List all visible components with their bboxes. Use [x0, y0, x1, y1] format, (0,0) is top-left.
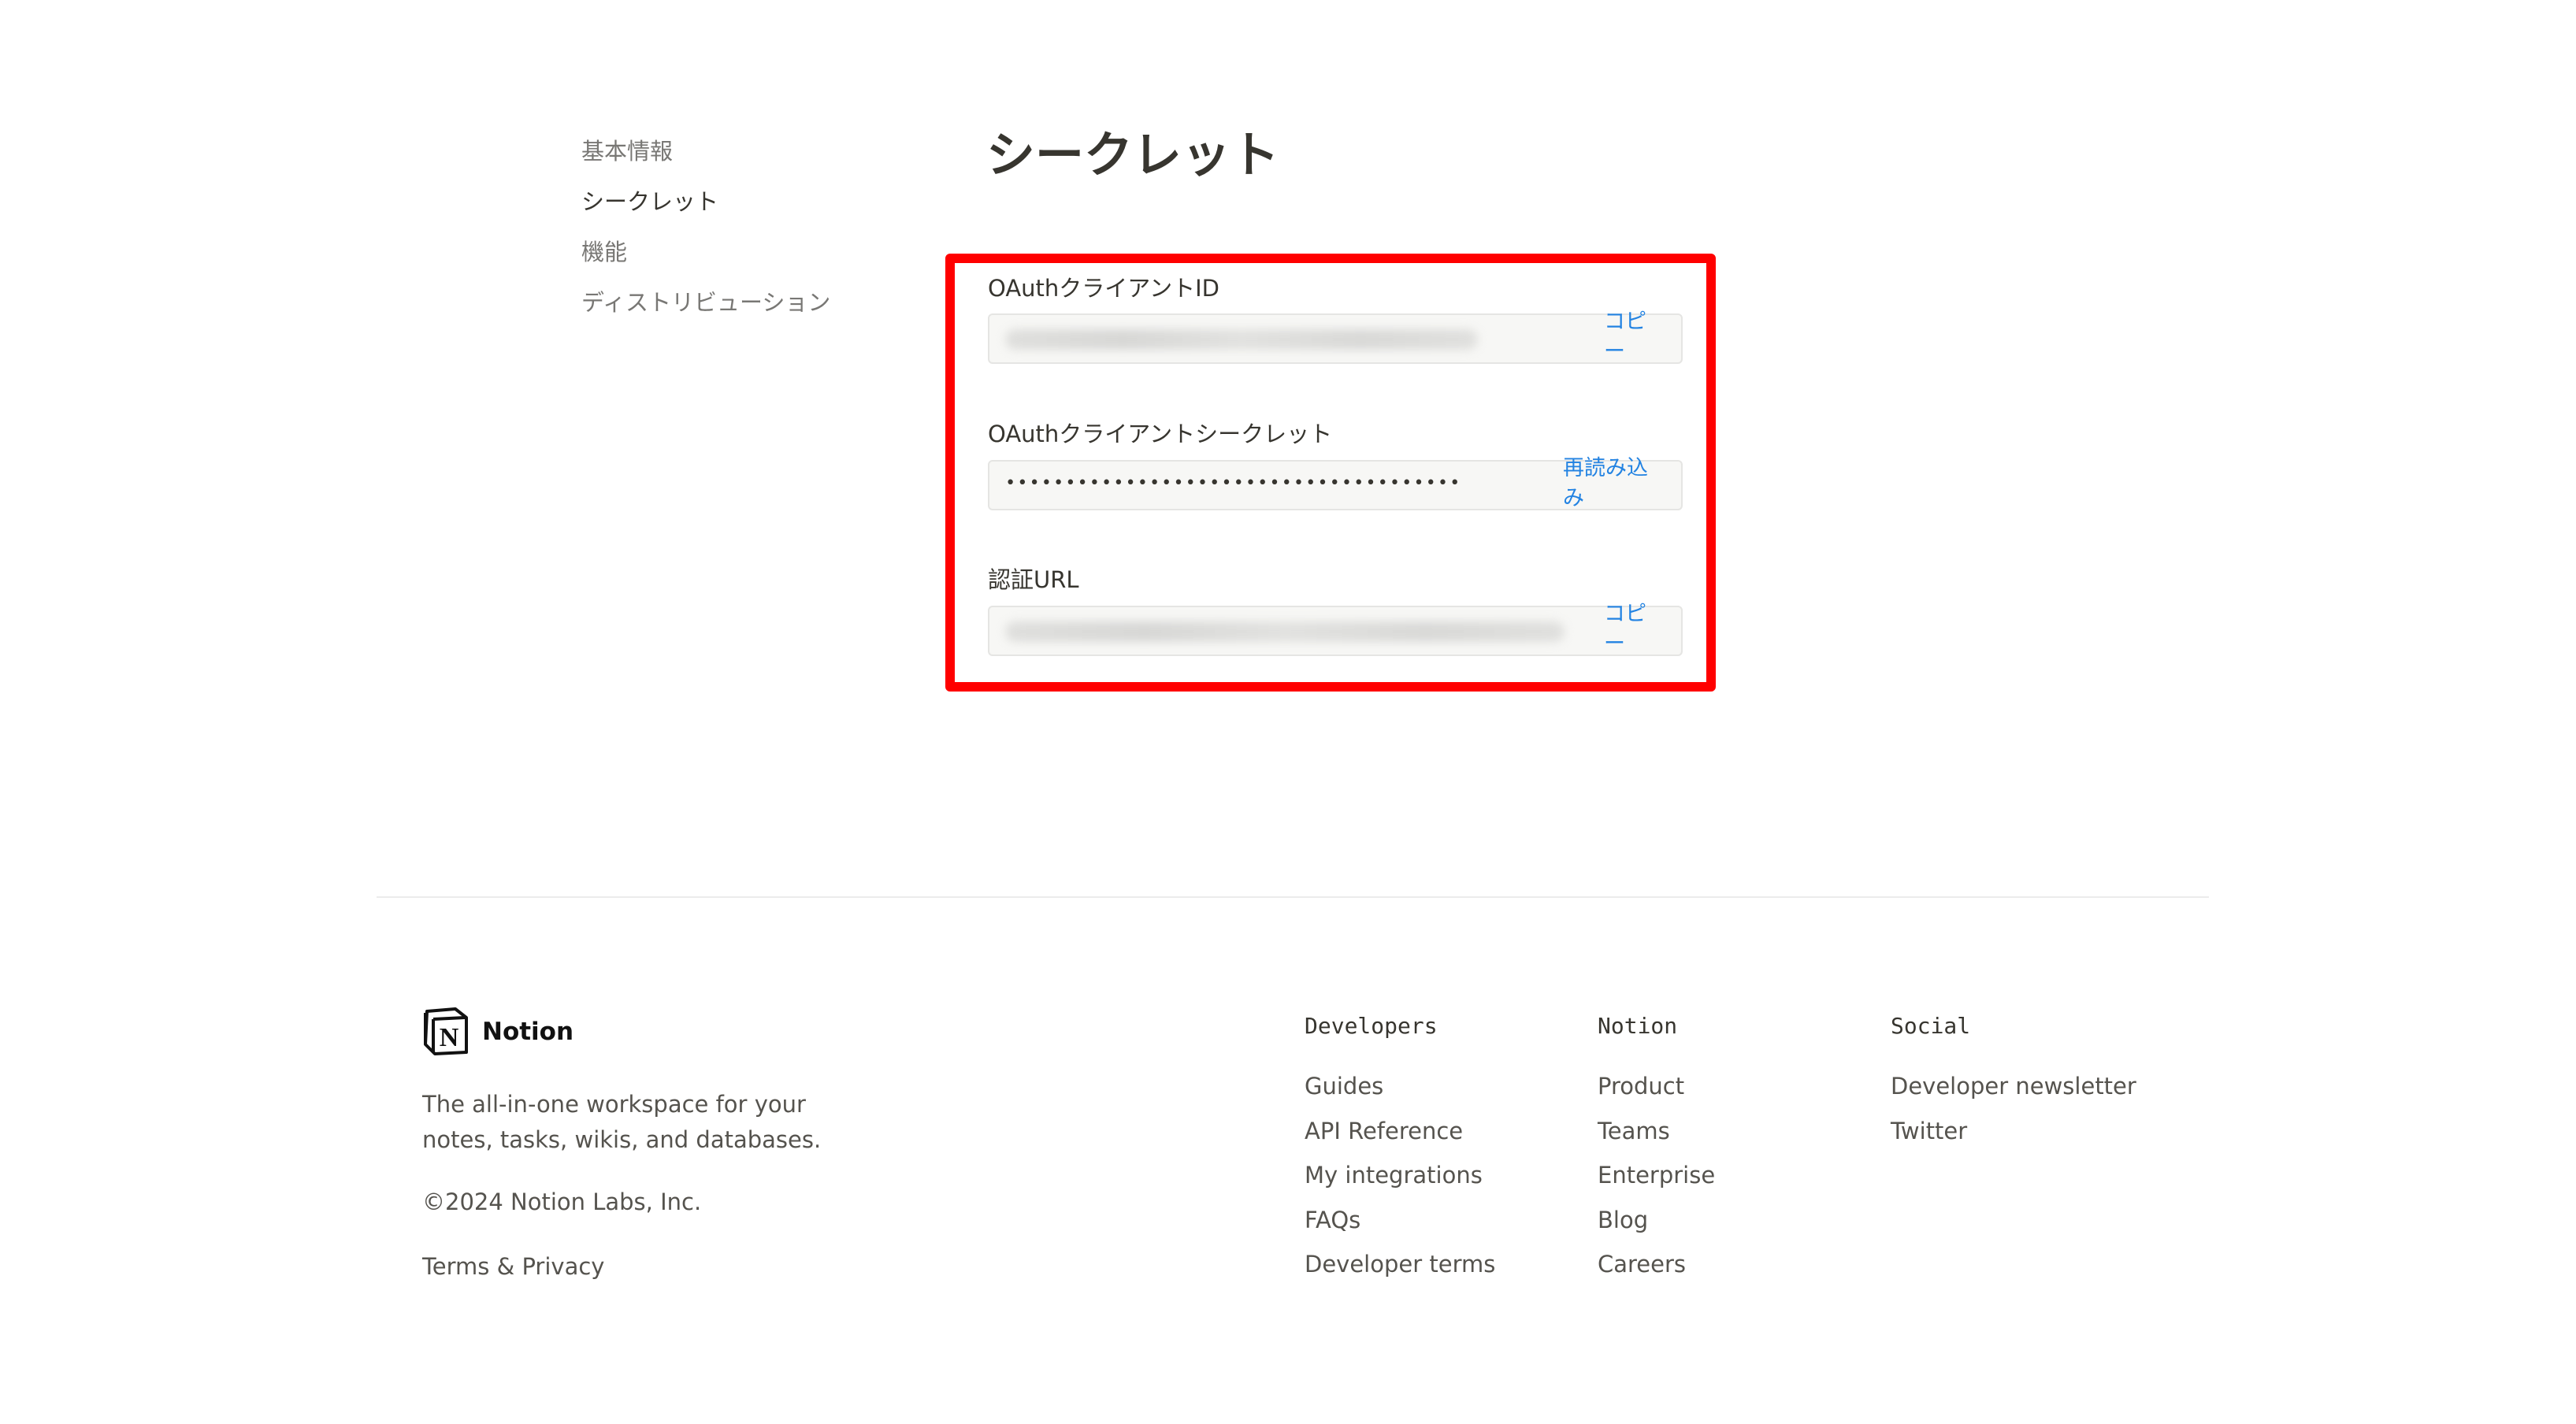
- footer-brand[interactable]: Notion: [482, 1016, 573, 1048]
- footer-link-blog[interactable]: Blog: [1598, 1204, 1715, 1249]
- footer-terms-link[interactable]: Terms & Privacy: [422, 1251, 604, 1282]
- side-nav: 基本情報 シークレット 機能 ディストリビューション: [581, 134, 896, 336]
- footer-tagline: The all-in-one workspace for your notes,…: [422, 1091, 822, 1153]
- svg-text:N: N: [440, 1023, 459, 1052]
- notion-logo-icon[interactable]: N: [422, 1007, 470, 1055]
- nav-item-basic-info[interactable]: 基本情報: [581, 134, 896, 184]
- footer-copyright: ©2024 Notion Labs, Inc.: [422, 1189, 702, 1215]
- footer-link-enterprise[interactable]: Enterprise: [1598, 1159, 1715, 1204]
- footer-column-heading: Social: [1891, 1013, 1971, 1039]
- client-id-label: OAuthクライアントID: [988, 275, 1220, 302]
- footer-link-teams[interactable]: Teams: [1598, 1115, 1715, 1160]
- footer-column-notion: Notion Product Teams Enterprise Blog Car…: [1598, 1011, 1715, 1293]
- footer-link-careers[interactable]: Careers: [1598, 1248, 1715, 1293]
- footer-column-developers: Developers Guides API Reference My integ…: [1305, 1011, 1495, 1293]
- footer-link-my-integrations[interactable]: My integrations: [1305, 1159, 1495, 1204]
- footer-column-social: Social Developer newsletter Twitter: [1891, 1011, 2136, 1159]
- nav-item-distribution[interactable]: ディストリビューション: [581, 285, 896, 336]
- client-secret-field[interactable]: •••••••••••••••••••••••••••••••••••••• 再…: [988, 456, 1683, 510]
- client-id-copy-button[interactable]: コピー: [1604, 307, 1650, 367]
- auth-url-copy-button[interactable]: コピー: [1604, 599, 1650, 659]
- footer-column-heading: Notion: [1598, 1013, 1678, 1039]
- auth-url-label: 認証URL: [988, 566, 1079, 593]
- auth-url-field[interactable]: コピー: [988, 602, 1683, 656]
- client-secret-masked-value: ••••••••••••••••••••••••••••••••••••••: [1005, 473, 1462, 493]
- footer-link-guides[interactable]: Guides: [1305, 1070, 1495, 1115]
- footer-link-product[interactable]: Product: [1598, 1070, 1715, 1115]
- auth-url-value-redacted: [1005, 621, 1565, 642]
- footer-link-developer-terms[interactable]: Developer terms: [1305, 1248, 1495, 1293]
- client-id-value-redacted: [1005, 329, 1478, 350]
- page: 基本情報 シークレット 機能 ディストリビューション シークレット OAuthク…: [0, 0, 2576, 1424]
- footer-column-heading: Developers: [1305, 1013, 1438, 1039]
- nav-item-secrets[interactable]: シークレット: [581, 184, 896, 235]
- nav-item-capabilities[interactable]: 機能: [581, 235, 896, 285]
- client-secret-label: OAuthクライアントシークレット: [988, 421, 1333, 447]
- client-secret-reload-button[interactable]: 再読み込み: [1563, 454, 1657, 514]
- footer-link-faqs[interactable]: FAQs: [1305, 1204, 1495, 1249]
- footer-link-developer-newsletter[interactable]: Developer newsletter: [1891, 1070, 2136, 1115]
- client-id-field[interactable]: コピー: [988, 310, 1683, 364]
- footer-link-api-reference[interactable]: API Reference: [1305, 1115, 1495, 1160]
- footer-link-twitter[interactable]: Twitter: [1891, 1115, 2136, 1160]
- footer-divider: [377, 896, 2209, 898]
- page-title: シークレット: [986, 126, 1280, 184]
